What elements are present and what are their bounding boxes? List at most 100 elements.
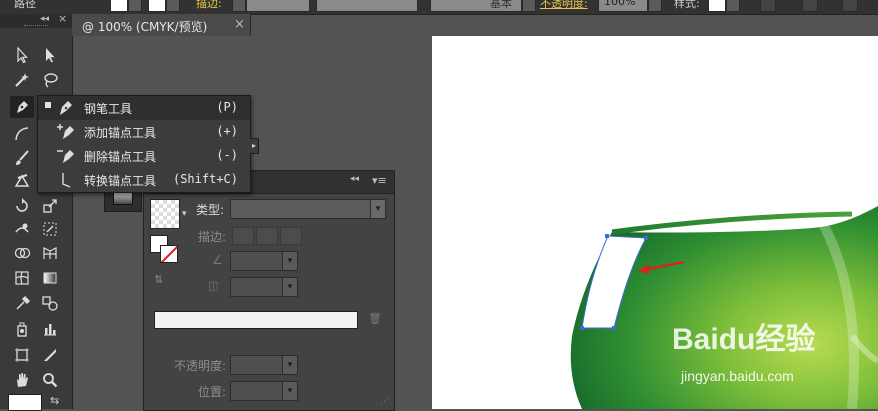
position-dropdown-arrow: ▾ bbox=[282, 382, 297, 400]
delete-stop-icon[interactable]: 🗑 bbox=[368, 312, 382, 325]
type-dropdown[interactable]: ▾ bbox=[230, 199, 386, 219]
angle-dropdown-arrow: ▾ bbox=[282, 252, 297, 270]
artboard-tool-icon[interactable] bbox=[10, 344, 34, 366]
selected-bullet bbox=[45, 102, 51, 108]
tools-close-icon[interactable]: × bbox=[58, 12, 67, 25]
fill-dropdown[interactable] bbox=[128, 0, 142, 12]
angle-field: ▾ bbox=[230, 251, 298, 271]
opacity-label[interactable]: 不透明度: bbox=[540, 0, 588, 11]
eyedropper-tool-icon[interactable] bbox=[10, 292, 34, 314]
add-anchor-point-icon bbox=[57, 124, 74, 139]
style-label: 样式: bbox=[674, 0, 700, 10]
slice-tool-icon[interactable] bbox=[38, 344, 62, 366]
flyout-tearoff-icon[interactable]: ▸ bbox=[250, 138, 259, 154]
stroke-label: 描边: bbox=[198, 230, 227, 244]
opacity-label: 不透明度: bbox=[174, 359, 227, 373]
mesh-tool-icon[interactable] bbox=[10, 267, 34, 289]
zoom-tool-icon[interactable] bbox=[38, 369, 62, 391]
document-tab-title: @ 100% (CMYK/预览) bbox=[82, 20, 208, 34]
pen-icon bbox=[60, 101, 72, 115]
flyout-item-pen-tool[interactable]: 钢笔工具 (P) bbox=[38, 96, 250, 120]
flyout-item-convert-anchor-point-tool[interactable]: 转换锚点工具 (Shift+C) bbox=[38, 168, 250, 192]
flyout-label: 转换锚点工具 bbox=[84, 174, 157, 188]
free-transform-tool-icon[interactable] bbox=[38, 218, 62, 240]
stroke-weight-stepper[interactable] bbox=[232, 0, 246, 12]
fill-color-swatch[interactable] bbox=[8, 394, 42, 411]
close-document-icon[interactable]: × bbox=[234, 17, 245, 32]
symbol-sprayer-tool-icon[interactable] bbox=[10, 318, 34, 340]
magic-wand-tool-icon[interactable] bbox=[10, 69, 34, 91]
opacity-dropdown[interactable] bbox=[648, 0, 662, 12]
flyout-label: 添加锚点工具 bbox=[84, 126, 157, 140]
gradient-thumbnail[interactable] bbox=[150, 199, 180, 229]
perspective-grid-tool-icon[interactable] bbox=[38, 242, 62, 264]
delete-anchor-point-icon bbox=[57, 150, 74, 163]
convert-anchor-point-icon bbox=[62, 173, 71, 188]
flyout-item-add-anchor-point-tool[interactable]: 添加锚点工具 (+) bbox=[38, 120, 250, 144]
stroke-along-icon bbox=[256, 227, 278, 245]
stroke-across-icon bbox=[280, 227, 302, 245]
stroke-within-icon bbox=[232, 227, 254, 245]
direct-selection-tool-icon[interactable] bbox=[38, 44, 62, 66]
baidu-jingyan-watermark-url: jingyan.baidu.com bbox=[681, 368, 794, 384]
brush-basic-label: 基本 bbox=[490, 0, 512, 10]
anchor-point[interactable] bbox=[612, 326, 616, 330]
blend-tool-icon[interactable] bbox=[38, 292, 62, 314]
opacity-field: ▾ bbox=[230, 355, 298, 375]
variable-width-field[interactable] bbox=[316, 0, 418, 12]
flyout-shortcut: (-) bbox=[216, 148, 238, 162]
reverse-gradient-icon[interactable]: ⇅ bbox=[154, 273, 163, 286]
pen-tool-flyout: 钢笔工具 (P) 添加锚点工具 (+) 删除锚点工具 (-) 转换锚点工具 (S… bbox=[37, 95, 259, 193]
stroke-label[interactable]: 描边: bbox=[196, 0, 222, 11]
type-dropdown-arrow[interactable]: ▾ bbox=[370, 200, 385, 218]
panel-menu-icon[interactable]: ▾≡ bbox=[372, 174, 387, 187]
paintbrush-tool-icon[interactable] bbox=[10, 147, 34, 169]
hand-tool-icon[interactable] bbox=[10, 369, 34, 391]
anchor-point[interactable] bbox=[580, 326, 584, 330]
gradient-slider[interactable] bbox=[154, 311, 358, 329]
aspect-ratio-icon: ◫ bbox=[208, 279, 219, 292]
stroke-weight-field[interactable] bbox=[246, 0, 310, 12]
shaper-tool-icon[interactable] bbox=[10, 170, 34, 192]
transform-icon[interactable] bbox=[842, 0, 858, 12]
rotate-tool-icon[interactable] bbox=[10, 195, 34, 217]
flyout-item-delete-anchor-point-tool[interactable]: 删除锚点工具 (-) bbox=[38, 144, 250, 168]
style-swatch[interactable] bbox=[708, 0, 726, 12]
align-icon[interactable] bbox=[802, 0, 818, 12]
anchor-point[interactable] bbox=[605, 234, 609, 238]
panel-collapse-icon[interactable]: ◂◂ bbox=[350, 174, 359, 184]
pen-tool-icon[interactable] bbox=[10, 96, 34, 118]
selection-tool-icon[interactable] bbox=[10, 44, 34, 66]
column-graph-tool-icon[interactable] bbox=[38, 318, 62, 340]
style-dropdown[interactable] bbox=[726, 0, 740, 12]
shape-builder-tool-icon[interactable] bbox=[10, 242, 34, 264]
flyout-shortcut: (P) bbox=[216, 100, 238, 114]
scale-tool-icon[interactable] bbox=[38, 195, 62, 217]
stroke-dropdown[interactable] bbox=[166, 0, 180, 12]
recolor-icon[interactable] bbox=[760, 0, 776, 12]
warp-tool-icon[interactable] bbox=[10, 218, 34, 240]
document-tab[interactable]: @ 100% (CMYK/预览) × bbox=[72, 14, 251, 36]
opacity-dropdown-arrow: ▾ bbox=[282, 356, 297, 374]
stroke-swatch[interactable] bbox=[148, 0, 166, 12]
tools-panel: ◂◂ × ⇆ bbox=[0, 12, 73, 411]
tools-panel-header[interactable]: ◂◂ × bbox=[0, 12, 72, 28]
flyout-label: 删除锚点工具 bbox=[84, 150, 157, 164]
tools-collapse-icon[interactable]: ◂◂ bbox=[40, 14, 49, 24]
curvature-tool-icon[interactable] bbox=[10, 123, 34, 145]
brush-dropdown[interactable] bbox=[522, 0, 536, 12]
gradient-tool-icon[interactable] bbox=[38, 267, 62, 289]
lasso-tool-icon[interactable] bbox=[38, 69, 62, 91]
gradient-thumbnail-dropdown-icon[interactable]: ▾ bbox=[182, 209, 187, 219]
panel-resize-grip[interactable]: ⋰ bbox=[380, 397, 389, 407]
flyout-shortcut: (Shift+C) bbox=[172, 172, 238, 186]
stroke-proxy-swatch[interactable] bbox=[160, 245, 178, 263]
aspect-ratio-dropdown-arrow: ▾ bbox=[282, 278, 297, 296]
type-label: 类型: bbox=[196, 203, 225, 217]
gradient-panel: ◂◂ ▾≡ ▾ 类型: ▾ ⇅ 描边: ∠ ▾ ◫ ▾ 🗑 不透明度: ▾ 位置… bbox=[143, 170, 395, 411]
anchor-point[interactable] bbox=[644, 236, 648, 240]
tools-grip[interactable] bbox=[24, 25, 48, 28]
fill-swatch[interactable] bbox=[110, 0, 128, 12]
swap-colors-icon[interactable]: ⇆ bbox=[50, 394, 59, 407]
flyout-shortcut: (+) bbox=[216, 124, 238, 138]
